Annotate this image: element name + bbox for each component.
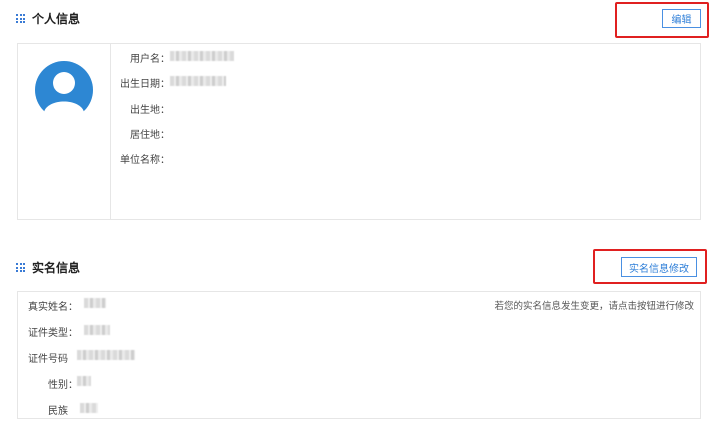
realname-info-title: 实名信息	[32, 261, 81, 275]
username-value	[170, 51, 234, 61]
avatar-column	[18, 44, 111, 219]
ethnicity-label: 民族	[48, 406, 68, 417]
realname-value	[84, 298, 106, 308]
grid-dots-icon	[16, 14, 25, 23]
edit-button[interactable]: 编辑	[662, 9, 701, 28]
birthdate-value	[170, 76, 226, 86]
id-number-value	[77, 350, 135, 360]
id-type-value	[84, 325, 110, 335]
avatar	[35, 61, 93, 120]
birthdate-label: 出生日期：	[120, 79, 170, 90]
realname-hint: 若您的实名信息发生变更，请点击按钮进行修改	[494, 301, 694, 312]
residence-label: 居住地：	[130, 130, 170, 141]
personal-info-title: 个人信息	[32, 12, 81, 26]
personal-info-header: 个人信息	[16, 10, 80, 27]
realname-label: 真实姓名：	[28, 302, 78, 313]
birthplace-label: 出生地：	[130, 105, 170, 116]
username-label: 用户名：	[130, 54, 170, 65]
company-label: 单位名称：	[120, 155, 170, 166]
realname-modify-button[interactable]: 实名信息修改	[621, 257, 697, 277]
id-number-label: 证件号码	[28, 354, 68, 365]
id-type-label: 证件类型：	[28, 328, 78, 339]
grid-dots-icon	[16, 263, 25, 272]
ethnicity-value	[80, 403, 98, 413]
gender-label: 性别：	[48, 380, 78, 391]
personal-info-panel	[17, 43, 701, 220]
realname-info-header: 实名信息	[16, 259, 80, 276]
gender-value	[77, 376, 91, 386]
